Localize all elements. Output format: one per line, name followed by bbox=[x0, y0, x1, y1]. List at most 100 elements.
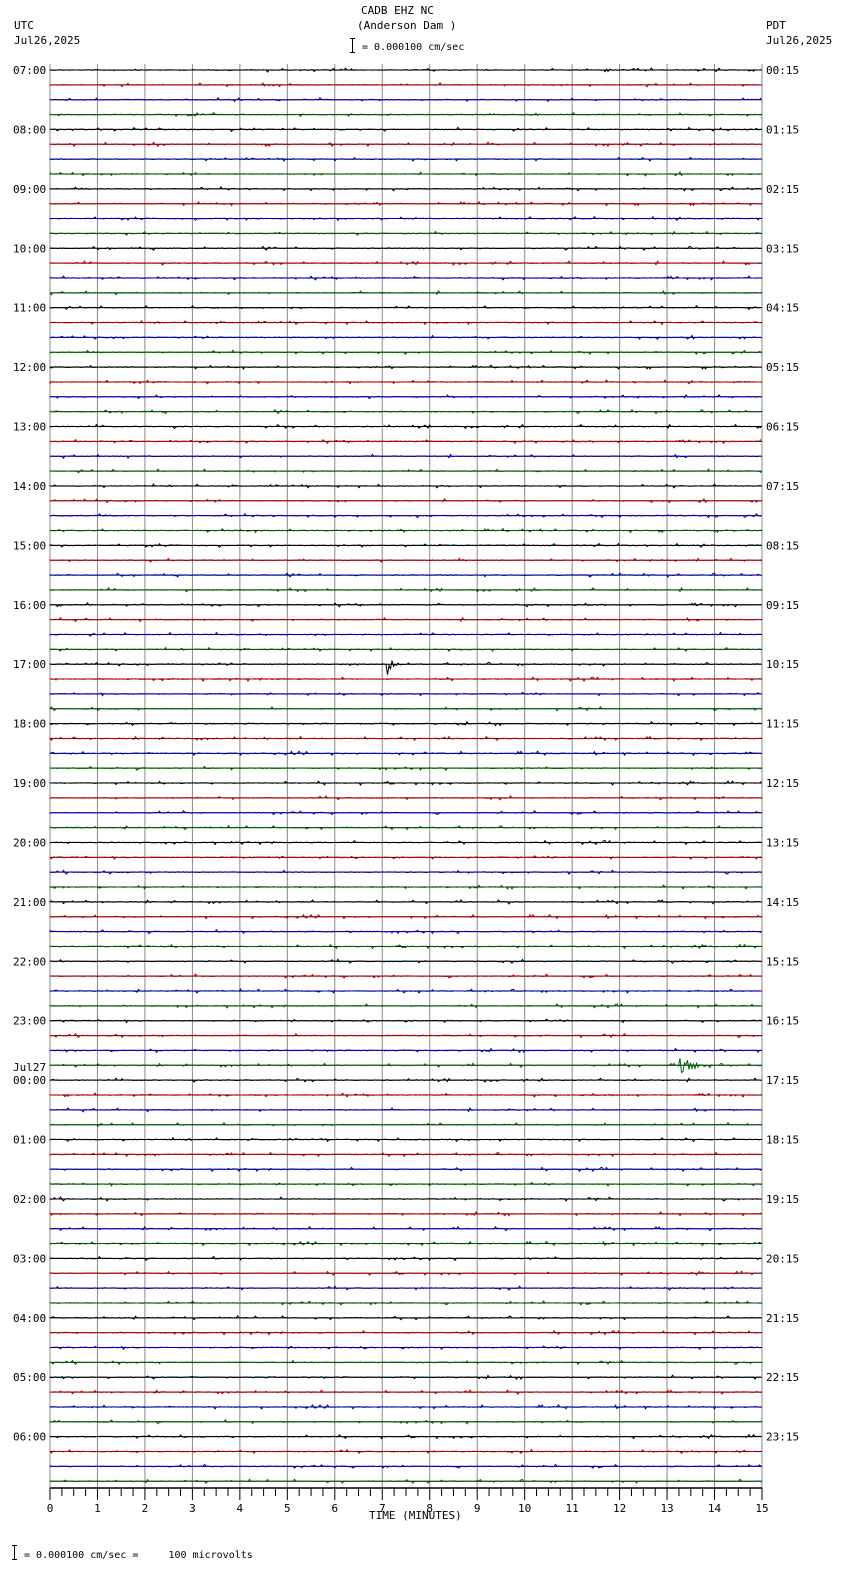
trace-24 bbox=[49, 423, 762, 430]
pdt-hour-label: 20:15 bbox=[766, 1252, 799, 1265]
trace-11 bbox=[49, 230, 762, 236]
trace-4 bbox=[49, 126, 762, 133]
trace-93 bbox=[49, 1448, 761, 1455]
pdt-hour-label: 03:15 bbox=[766, 242, 799, 255]
utc-hour-label: 07:00 bbox=[13, 64, 46, 77]
trace-38 bbox=[49, 631, 761, 637]
utc-hour-label: 08:00 bbox=[13, 123, 46, 136]
trace-16 bbox=[49, 304, 762, 311]
trace-5 bbox=[49, 141, 762, 148]
pdt-hour-label: 02:15 bbox=[766, 183, 799, 196]
utc-hour-label: 20:00 bbox=[13, 836, 46, 849]
utc-hour-label: 06:00 bbox=[13, 1431, 46, 1444]
trace-88 bbox=[49, 1374, 762, 1380]
trace-45 bbox=[49, 735, 762, 742]
pdt-hour-label: 11:15 bbox=[766, 718, 799, 731]
trace-79 bbox=[49, 1240, 762, 1247]
trace-18 bbox=[49, 334, 762, 341]
utc-hour-label: 11:00 bbox=[13, 302, 46, 315]
utc-hour-label: 09:00 bbox=[13, 183, 46, 196]
trace-29 bbox=[49, 497, 762, 504]
trace-74 bbox=[49, 1166, 762, 1173]
pdt-hour-label: 17:15 bbox=[766, 1074, 799, 1087]
trace-78 bbox=[49, 1225, 762, 1232]
trace-20 bbox=[49, 364, 762, 370]
trace-51 bbox=[49, 824, 762, 831]
trace-72 bbox=[49, 1136, 762, 1143]
trace-1 bbox=[49, 82, 761, 88]
trace-57 bbox=[49, 913, 762, 920]
trace-87 bbox=[49, 1359, 761, 1366]
trace-62 bbox=[49, 988, 762, 994]
trace-14 bbox=[49, 275, 762, 281]
pdt-hour-label: 18:15 bbox=[766, 1134, 799, 1147]
x-tick-label: 10 bbox=[518, 1502, 531, 1515]
trace-8 bbox=[49, 186, 762, 192]
trace-27 bbox=[49, 468, 762, 474]
pdt-hour-label: 21:15 bbox=[766, 1312, 799, 1325]
pdt-hour-label: 16:15 bbox=[766, 1015, 799, 1028]
trace-28 bbox=[49, 483, 762, 489]
utc-hour-label: 10:00 bbox=[13, 242, 46, 255]
x-tick-label: 5 bbox=[284, 1502, 291, 1515]
trace-35 bbox=[49, 587, 762, 593]
trace-3 bbox=[49, 111, 762, 118]
utc-hour-label: 14:00 bbox=[13, 480, 46, 493]
trace-46 bbox=[49, 750, 762, 757]
trace-36 bbox=[49, 602, 762, 608]
footer-scale-note: = 0.000100 cm/sec = 100 microvolts bbox=[24, 1550, 253, 1561]
trace-67 bbox=[49, 1058, 762, 1074]
x-tick-label: 2 bbox=[142, 1502, 149, 1515]
utc-hour-label: 12:00 bbox=[13, 361, 46, 374]
trace-83 bbox=[49, 1300, 762, 1306]
trace-95 bbox=[49, 1478, 762, 1484]
pdt-hour-label: 23:15 bbox=[766, 1431, 799, 1444]
trace-49 bbox=[49, 795, 762, 801]
utc-hour-label: 23:00 bbox=[13, 1015, 46, 1028]
trace-23 bbox=[49, 409, 761, 415]
x-tick-label: 0 bbox=[47, 1502, 54, 1515]
utc-hour-label: 05:00 bbox=[13, 1371, 46, 1384]
trace-31 bbox=[49, 527, 762, 534]
pdt-hour-label: 05:15 bbox=[766, 361, 799, 374]
trace-90 bbox=[49, 1404, 762, 1410]
trace-84 bbox=[49, 1315, 761, 1321]
pdt-hour-label: 12:15 bbox=[766, 777, 799, 790]
trace-91 bbox=[49, 1419, 762, 1425]
pdt-hour-label: 07:15 bbox=[766, 480, 799, 493]
trace-58 bbox=[49, 928, 762, 935]
trace-69 bbox=[49, 1092, 761, 1098]
trace-61 bbox=[49, 973, 762, 979]
trace-43 bbox=[49, 706, 762, 712]
utc-hour-label: 17:00 bbox=[13, 658, 46, 671]
trace-40 bbox=[49, 660, 762, 675]
x-tick-label: 15 bbox=[755, 1502, 768, 1515]
trace-63 bbox=[49, 1003, 762, 1009]
trace-80 bbox=[49, 1255, 762, 1262]
utc-hour-label: 04:00 bbox=[13, 1312, 46, 1325]
trace-71 bbox=[49, 1121, 762, 1128]
pdt-hour-label: 13:15 bbox=[766, 836, 799, 849]
x-tick-label: 9 bbox=[474, 1502, 481, 1515]
utc-hour-label: 13:00 bbox=[13, 421, 46, 434]
trace-75 bbox=[49, 1181, 762, 1187]
trace-9 bbox=[49, 201, 762, 207]
x-tick-label: 14 bbox=[708, 1502, 722, 1515]
trace-60 bbox=[49, 958, 762, 964]
trace-37 bbox=[49, 616, 762, 623]
trace-15 bbox=[49, 290, 762, 296]
utc-hour-label: 01:00 bbox=[13, 1134, 46, 1147]
trace-50 bbox=[49, 810, 761, 816]
x-tick-label: 6 bbox=[331, 1502, 338, 1515]
pdt-hour-label: 14:15 bbox=[766, 896, 799, 909]
seismogram-plot: 07:00 00:15 08:00 01:15 09:00 02:15 10:00 03:15… bbox=[13, 64, 799, 1515]
utc-hour-label: 03:00 bbox=[13, 1252, 46, 1265]
pdt-hour-label: 04:15 bbox=[766, 302, 799, 315]
trace-33 bbox=[49, 557, 762, 563]
trace-13 bbox=[49, 260, 762, 266]
trace-82 bbox=[49, 1285, 762, 1291]
pdt-hour-label: 08:15 bbox=[766, 539, 799, 552]
trace-7 bbox=[49, 171, 762, 177]
trace-44 bbox=[49, 720, 762, 727]
x-tick-label: 11 bbox=[566, 1502, 579, 1515]
